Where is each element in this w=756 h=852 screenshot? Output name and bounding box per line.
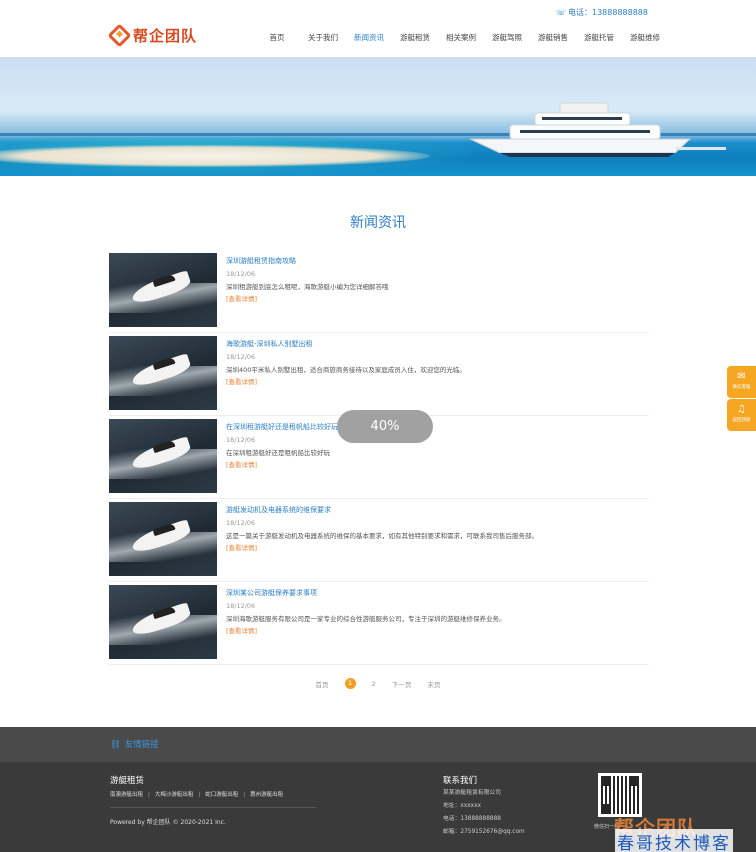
page-title: 新闻资讯 bbox=[350, 215, 406, 231]
footer-contact-column: 联系我们 某某游艇租赁有限公司 地址：xxxxxx 电话：13888888888… bbox=[443, 776, 525, 839]
news-thumbnail[interactable] bbox=[109, 253, 217, 327]
footer-link[interactable]: 大梅沙游艇出租 bbox=[155, 792, 194, 798]
footer-rental-links: 南澳游艇出租 | 大梅沙游艇出租 | 蛇口游艇出租 | 惠州游艇出租 bbox=[110, 792, 284, 798]
footer-contact-phone: 电话：13888888888 bbox=[443, 816, 501, 822]
pager-current[interactable]: 1 bbox=[344, 678, 356, 689]
phone-text: 电话：13888888888 bbox=[568, 8, 648, 17]
footer-link[interactable]: 惠州游艇出租 bbox=[250, 792, 283, 798]
wechat-label: 微信客服 bbox=[732, 385, 751, 390]
news-title-link[interactable]: 深圳游艇租赁指南攻略 bbox=[226, 256, 649, 266]
news-date: 18/12/06 bbox=[226, 270, 256, 278]
pager-first[interactable]: 首页 bbox=[316, 679, 329, 689]
news-summary: 深圳400平米私人别墅出租，适合商旅商务接待以及家庭成员入住，欢迎您的光临。 bbox=[226, 366, 466, 374]
footer-contact-title: 联系我们 bbox=[443, 776, 478, 786]
friend-links-label: 友情链接 bbox=[124, 740, 159, 750]
news-thumbnail[interactable] bbox=[109, 336, 217, 410]
footer-link[interactable]: 南澳游艇出租 bbox=[110, 792, 143, 798]
read-more-link[interactable]: [查看详情] bbox=[226, 543, 257, 553]
notify-float-button[interactable]: ♫ 返回顶部 bbox=[727, 399, 756, 431]
news-title-link[interactable]: 海歌游艇-深圳私人别墅出租 bbox=[226, 339, 649, 349]
watermark-text: 春哥技术博客 bbox=[615, 829, 733, 852]
nav-item-rental[interactable]: 游艇租赁 bbox=[392, 32, 438, 43]
nav-item-about[interactable]: 关于我们 bbox=[300, 32, 346, 43]
nav-item-license[interactable]: 游艇驾照 bbox=[484, 32, 530, 43]
pagination: 首页 1 2 下一页 末页 bbox=[0, 678, 756, 689]
nav-item-news[interactable]: 新闻资讯 bbox=[346, 32, 392, 43]
nav-item-cases[interactable]: 相关案例 bbox=[438, 32, 484, 43]
footer-contact-company: 某某游艇租赁有限公司 bbox=[443, 790, 501, 796]
yacht-illustration bbox=[469, 102, 726, 157]
news-title-link[interactable]: 在深圳租游艇好还是租帆船比较好玩 bbox=[226, 422, 649, 432]
news-date: 18/12/06 bbox=[226, 436, 256, 444]
link-icon: ⛓ bbox=[110, 740, 121, 750]
footer-rental-title: 游艇租赁 bbox=[110, 776, 145, 786]
bell-icon: ♫ bbox=[737, 404, 746, 415]
wechat-float-button[interactable]: ✉ 微信客服 bbox=[727, 366, 756, 398]
news-summary: 深圳租游艇到底怎么租呢，海歌游艇小编为您详细解答哦 bbox=[226, 283, 389, 291]
list-item[interactable]: 海歌游艇-深圳私人别墅出租 18/12/06 深圳400平米私人别墅出租，适合商… bbox=[109, 333, 649, 416]
phone-icon: ☏ bbox=[555, 8, 566, 17]
pager-next[interactable]: 下一页 bbox=[392, 679, 412, 689]
site-footer: ⛓ 友情链接 游艇租赁 南澳游艇出租 | 大梅沙游艇出租 | 蛇口游艇出租 | 惠州游艇出租 … bbox=[0, 727, 756, 852]
main-nav: 首页 关于我们 新闻资讯 游艇租赁 相关案例 游艇驾照 游艇销售 游艇托管 游艇… bbox=[254, 32, 668, 43]
list-item[interactable]: 深圳某公司游艇保养要求事项 18/12/06 深圳海歌游艇服务有限公司是一家专业… bbox=[109, 582, 649, 665]
logo-mark-icon bbox=[107, 23, 132, 48]
news-summary: 深圳海歌游艇服务有限公司是一家专业的综合性游艇服务公司，专注于深圳的游艇维修保养… bbox=[226, 615, 506, 623]
news-date: 18/12/06 bbox=[226, 353, 256, 361]
footer-contact-email: 邮箱：2759152676@qq.com bbox=[443, 829, 525, 835]
friend-links-title: ⛓ 友情链接 bbox=[110, 738, 159, 750]
read-more-link[interactable]: [查看详情] bbox=[226, 294, 257, 304]
nav-item-home[interactable]: 首页 bbox=[254, 32, 300, 43]
nav-item-sales[interactable]: 游艇销售 bbox=[530, 32, 576, 43]
nav-item-repair[interactable]: 游艇维修 bbox=[622, 32, 668, 43]
hero-banner bbox=[0, 57, 756, 176]
footer-rental-column: 游艇租赁 南澳游艇出租 | 大梅沙游艇出租 | 蛇口游艇出租 | 惠州游艇出租 bbox=[110, 776, 283, 798]
wechat-icon: ✉ bbox=[737, 371, 746, 382]
news-thumbnail[interactable] bbox=[109, 419, 217, 493]
logo-text: 帮企团队 bbox=[133, 27, 198, 45]
footer-divider bbox=[110, 807, 316, 808]
news-summary: 这是一篇关于游艇发动机及电器系统的维保的基本要求，如有其他特别要求和需求，可联系… bbox=[226, 532, 538, 540]
header-phone: ☏ 电话：13888888888 bbox=[556, 7, 648, 18]
news-title-link[interactable]: 游艇发动机及电器系统的维保要求 bbox=[226, 505, 649, 515]
wechat-qr-code bbox=[598, 773, 642, 817]
footer-copyright: Powered by 帮企团队 © 2020-2021 Inc. bbox=[110, 819, 226, 826]
site-logo[interactable]: 帮企团队 bbox=[107, 23, 198, 48]
news-thumbnail[interactable] bbox=[109, 585, 217, 659]
nav-item-hosting[interactable]: 游艇托管 bbox=[576, 32, 622, 43]
read-more-link[interactable]: [查看详情] bbox=[226, 626, 257, 636]
news-summary: 在深圳租游艇好还是租帆船比较好玩 bbox=[226, 449, 330, 457]
footer-contact-address: 地址：xxxxxx bbox=[443, 803, 481, 809]
notify-label: 返回顶部 bbox=[732, 418, 751, 423]
list-item[interactable]: 深圳游艇租赁指南攻略 18/12/06 深圳租游艇到底怎么租呢，海歌游艇小编为您… bbox=[109, 250, 649, 333]
news-date: 18/12/06 bbox=[226, 519, 256, 527]
news-title-link[interactable]: 深圳某公司游艇保养要求事项 bbox=[226, 588, 649, 598]
news-thumbnail[interactable] bbox=[109, 502, 217, 576]
news-date: 18/12/06 bbox=[226, 602, 256, 610]
pager-last[interactable]: 末页 bbox=[427, 679, 440, 689]
read-more-link[interactable]: [查看详情] bbox=[226, 377, 257, 387]
pager-page-2[interactable]: 2 bbox=[372, 680, 376, 688]
footer-link[interactable]: 蛇口游艇出租 bbox=[205, 792, 238, 798]
read-more-link[interactable]: [查看详情] bbox=[226, 460, 257, 470]
loading-progress-indicator: 40% bbox=[337, 410, 433, 443]
list-item[interactable]: 游艇发动机及电器系统的维保要求 18/12/06 这是一篇关于游艇发动机及电器系… bbox=[109, 499, 649, 582]
news-list: 深圳游艇租赁指南攻略 18/12/06 深圳租游艇到底怎么租呢，海歌游艇小编为您… bbox=[109, 250, 649, 665]
